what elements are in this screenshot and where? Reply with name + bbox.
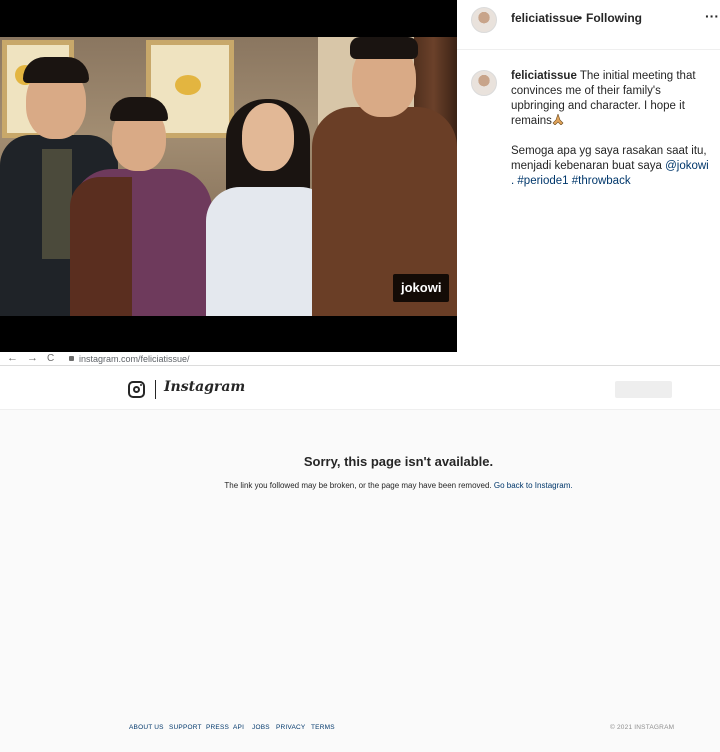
- lock-icon: [69, 356, 74, 361]
- logo-divider: [155, 380, 156, 399]
- hashtag-link-1[interactable]: #periode1: [517, 175, 568, 187]
- back-to-instagram-link[interactable]: Go back to Instagram.: [494, 481, 573, 490]
- caption-period: .: [511, 175, 515, 187]
- more-options-icon[interactable]: ···: [705, 8, 719, 24]
- footer: ABOUT US SUPPORT PRESS API JOBS PRIVACY …: [0, 724, 720, 736]
- caption-username[interactable]: feliciatissue: [511, 70, 577, 82]
- instagram-post: jokowi feliciatissue • Following ··· fel…: [0, 0, 720, 352]
- back-button[interactable]: ←: [7, 352, 18, 365]
- following-button[interactable]: Following: [586, 11, 642, 25]
- post-photo[interactable]: jokowi: [0, 0, 457, 352]
- user-tag-badge[interactable]: jokowi: [393, 274, 450, 302]
- instagram-wordmark[interactable]: Instagram: [164, 379, 245, 395]
- post-header: feliciatissue • Following ···: [457, 0, 720, 50]
- avatar[interactable]: [471, 7, 497, 33]
- error-text: The link you followed may be broken, or …: [224, 481, 492, 490]
- error-message: The link you followed may be broken, or …: [0, 481, 720, 490]
- caption-avatar[interactable]: [471, 70, 497, 96]
- footer-link-about[interactable]: ABOUT US: [129, 724, 164, 731]
- footer-link-jobs[interactable]: JOBS: [252, 724, 270, 731]
- footer-link-support[interactable]: SUPPORT: [169, 724, 202, 731]
- footer-link-press[interactable]: PRESS: [206, 724, 229, 731]
- header-separator: •: [578, 11, 583, 25]
- reload-button[interactable]: C: [47, 352, 54, 365]
- redacted-nav: [615, 381, 672, 398]
- forward-button[interactable]: →: [27, 352, 38, 365]
- instagram-header: Instagram: [0, 367, 720, 410]
- address-bar[interactable]: instagram.com/feliciatissue/: [79, 353, 190, 365]
- copyright: © 2021 INSTAGRAM: [610, 724, 675, 731]
- footer-link-privacy[interactable]: PRIVACY: [276, 724, 305, 731]
- error-page: Sorry, this page isn't available. The li…: [0, 410, 720, 752]
- instagram-logo-icon[interactable]: [128, 381, 145, 398]
- post-caption: feliciatissue The initial meeting that c…: [511, 69, 711, 204]
- family-photo: [0, 37, 457, 316]
- browser-toolbar: ← → C instagram.com/feliciatissue/: [0, 352, 720, 366]
- post-sidebar: feliciatissue • Following ··· feliciatis…: [457, 0, 720, 352]
- hashtag-link-2[interactable]: #throwback: [572, 175, 631, 187]
- post-username[interactable]: feliciatissue: [511, 11, 580, 25]
- error-title: Sorry, this page isn't available.: [303, 454, 494, 469]
- footer-link-api[interactable]: API: [233, 724, 244, 731]
- praying-hands-icon: [552, 114, 564, 125]
- mention-link[interactable]: @jokowi: [665, 160, 709, 172]
- footer-link-terms[interactable]: TERMS: [311, 724, 335, 731]
